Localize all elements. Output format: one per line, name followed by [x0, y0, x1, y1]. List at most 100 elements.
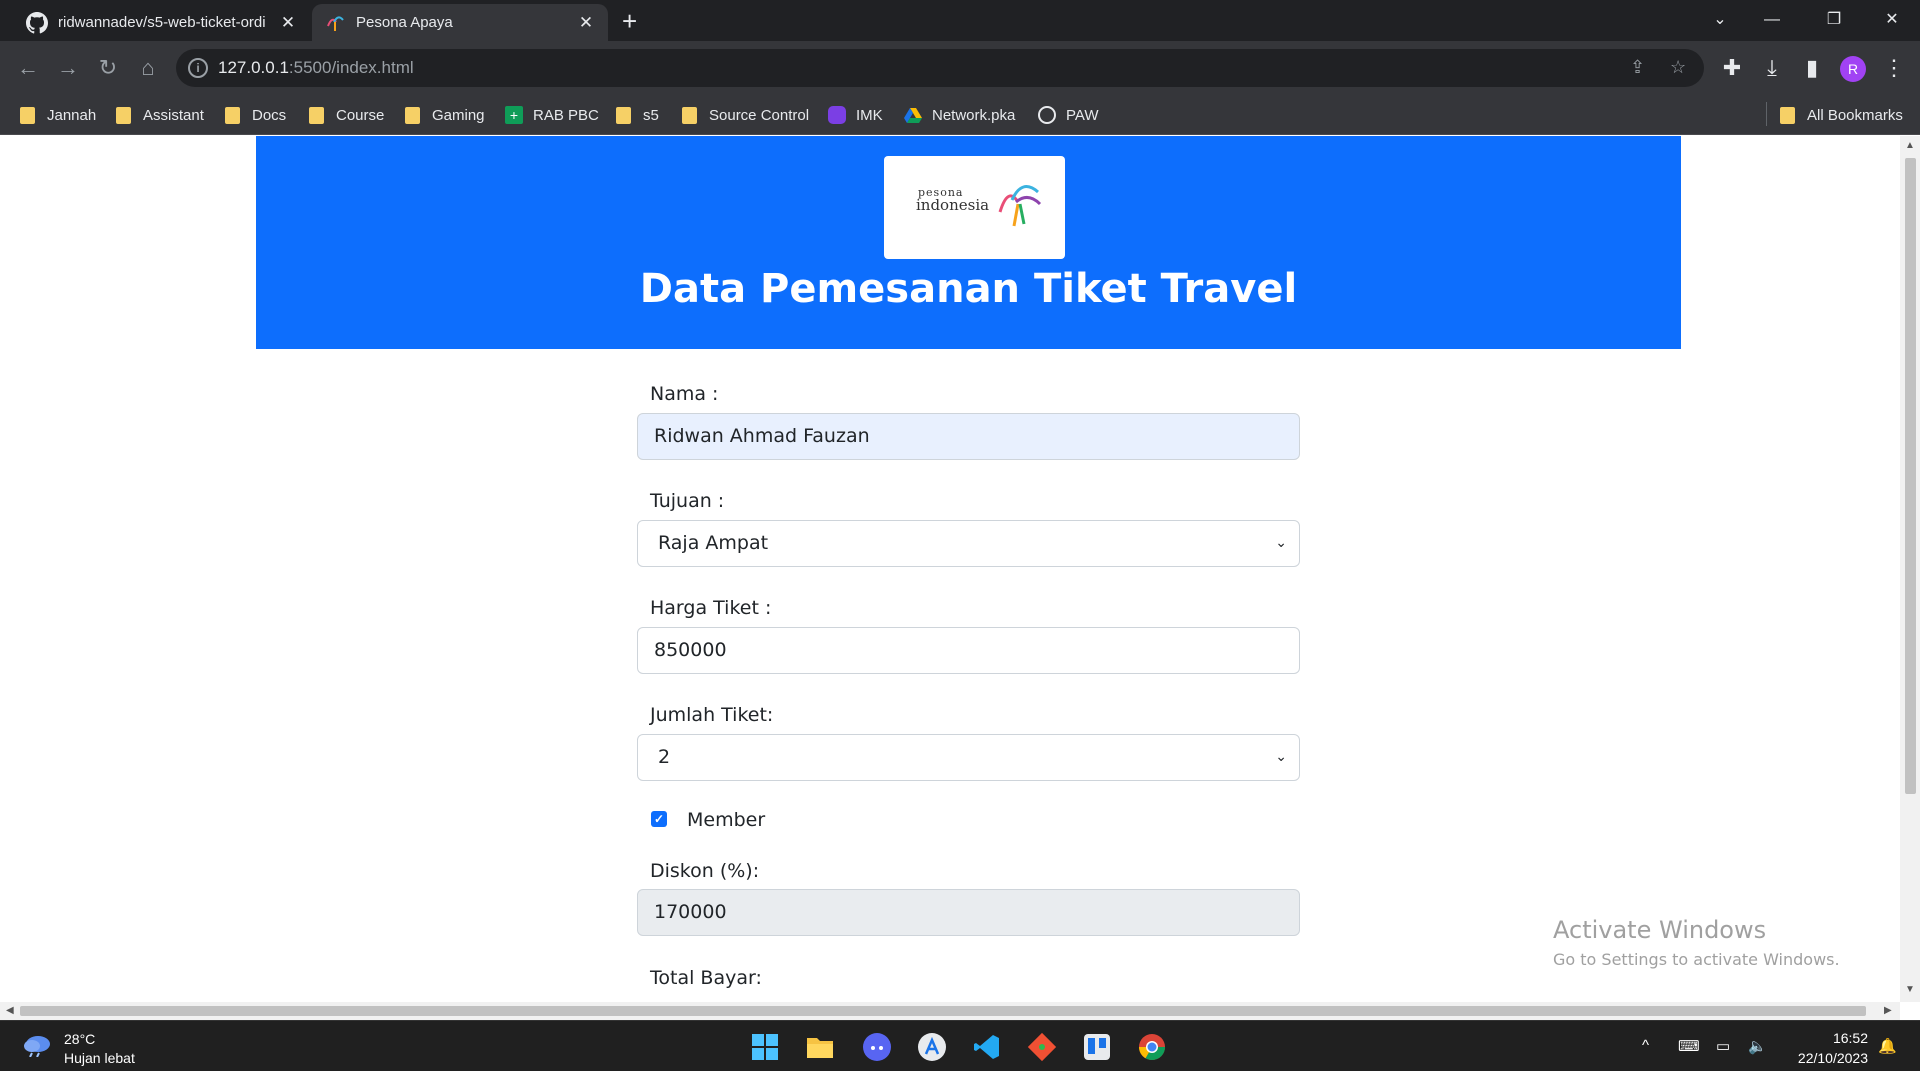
- volume-icon[interactable]: 🔈: [1748, 1037, 1767, 1055]
- sheets-icon: +: [505, 106, 523, 124]
- nama-label: Nama :: [650, 383, 719, 405]
- close-tab-icon[interactable]: ✕: [278, 13, 298, 33]
- folder-icon: [616, 106, 631, 124]
- drive-icon: [904, 108, 922, 123]
- back-icon[interactable]: ←: [14, 54, 42, 82]
- horizontal-scrollbar[interactable]: ◀ ▶: [0, 1002, 1900, 1020]
- bookmark-network[interactable]: Network.pka: [904, 104, 1015, 126]
- all-bookmarks[interactable]: All Bookmarks: [1780, 104, 1903, 126]
- address-bar[interactable]: i 127.0.0.1:5500/index.html ⇪ ☆: [176, 49, 1704, 87]
- chevron-down-icon: ⌄: [1275, 749, 1287, 765]
- bookmark-gaming[interactable]: Gaming: [405, 104, 485, 126]
- tujuan-label: Tujuan :: [650, 490, 725, 512]
- forward-icon[interactable]: →: [54, 54, 82, 82]
- member-label[interactable]: Member: [687, 809, 765, 831]
- discord-icon[interactable]: [862, 1032, 892, 1062]
- extensions-icon[interactable]: ✚: [1718, 54, 1746, 82]
- bookmark-docs[interactable]: Docs: [225, 104, 286, 126]
- page-viewport: pesona indonesia Data Pemesanan Tiket Tr…: [0, 136, 1900, 1002]
- bookmark-star-icon[interactable]: ☆: [1670, 57, 1686, 78]
- tujuan-selected-value: Raja Ampat: [658, 532, 769, 554]
- keyboard-icon[interactable]: ⌨: [1678, 1037, 1700, 1055]
- folder-icon: [1780, 106, 1795, 124]
- app-store-icon[interactable]: [917, 1032, 947, 1062]
- minimize-button[interactable]: —: [1746, 4, 1798, 36]
- scroll-left-icon[interactable]: ◀: [6, 1005, 14, 1016]
- close-tab-icon[interactable]: ✕: [576, 13, 596, 33]
- clock-date[interactable]: 22/10/2023: [1786, 1050, 1868, 1066]
- git-client-icon[interactable]: [1027, 1032, 1057, 1062]
- tab-title: ridwannadev/s5-web-ticket-ordi: [58, 14, 266, 31]
- scroll-down-icon[interactable]: ▼: [1905, 984, 1915, 995]
- bookmarks-separator: [1766, 102, 1767, 126]
- pesona-icon: [327, 15, 344, 31]
- bookmark-jannah[interactable]: Jannah: [20, 104, 96, 126]
- close-window-button[interactable]: ✕: [1866, 4, 1918, 36]
- activate-windows-watermark: Activate Windows Go to Settings to activ…: [1553, 916, 1840, 969]
- folder-icon: [309, 106, 324, 124]
- weather-temperature[interactable]: 28°C: [64, 1031, 95, 1047]
- network-icon[interactable]: ▭: [1716, 1037, 1730, 1055]
- clock-time[interactable]: 16:52: [1830, 1030, 1868, 1046]
- member-checkbox[interactable]: ✓: [651, 811, 667, 827]
- menu-icon[interactable]: ⋮: [1880, 54, 1908, 82]
- url-text[interactable]: 127.0.0.1:5500/index.html: [218, 58, 414, 78]
- jumlah-selected-value: 2: [658, 746, 671, 768]
- new-tab-button[interactable]: +: [622, 8, 637, 34]
- jumlah-label: Jumlah Tiket:: [650, 704, 774, 726]
- bookmarks-bar: Jannah Assistant Docs Course Gaming + RAB…: [0, 95, 1920, 135]
- tray-expand-icon[interactable]: ^: [1642, 1037, 1649, 1054]
- vscode-icon[interactable]: [972, 1032, 1002, 1062]
- bookmark-imk[interactable]: IMK: [828, 104, 883, 126]
- tab-strip: ridwannadev/s5-web-ticket-ordi ✕ Pesona …: [0, 0, 1920, 41]
- app-icon: [828, 106, 846, 124]
- rain-cloud-icon[interactable]: [22, 1033, 54, 1057]
- vertical-scroll-thumb[interactable]: [1905, 158, 1916, 794]
- folder-icon: [405, 106, 420, 124]
- horizontal-scroll-thumb[interactable]: [20, 1006, 1866, 1016]
- bookmark-assistant[interactable]: Assistant: [116, 104, 204, 126]
- folder-icon: [116, 106, 131, 124]
- tab-search-icon[interactable]: ⌄: [1694, 4, 1746, 36]
- vertical-scrollbar[interactable]: ▲ ▼: [1900, 136, 1920, 1002]
- chevron-down-icon: ⌄: [1275, 535, 1287, 551]
- chrome-icon[interactable]: [1137, 1032, 1167, 1062]
- notification-bell-icon[interactable]: 🔔: [1878, 1037, 1897, 1055]
- weather-description[interactable]: Hujan lebat: [64, 1050, 135, 1066]
- tab-pesona[interactable]: Pesona Apaya ✕: [312, 4, 608, 41]
- page-title: Data Pemesanan Tiket Travel: [639, 266, 1298, 312]
- bookmark-paw[interactable]: PAW: [1038, 104, 1099, 126]
- browser-toolbar: ← → ↻ ⌂ i 127.0.0.1:5500/index.html ⇪ ☆ …: [0, 41, 1920, 95]
- share-icon[interactable]: ⇪: [1630, 57, 1645, 78]
- harga-input[interactable]: 850000: [637, 627, 1300, 674]
- home-icon[interactable]: ⌂: [134, 54, 162, 82]
- windows-start-icon[interactable]: [750, 1032, 780, 1062]
- restore-button[interactable]: ❐: [1808, 4, 1860, 36]
- bookmark-source-control[interactable]: Source Control: [682, 104, 809, 126]
- tab-title: Pesona Apaya: [356, 14, 453, 31]
- jumlah-select[interactable]: 2 ⌄: [637, 734, 1300, 781]
- side-panel-icon[interactable]: ▮: [1798, 54, 1826, 82]
- file-explorer-icon[interactable]: [805, 1032, 835, 1062]
- windows-taskbar: 28°C Hujan lebat ^ ⌨ ▭ 🔈 16:52 22/10/202…: [0, 1020, 1920, 1071]
- logo-text-main: indonesia: [916, 196, 990, 214]
- tujuan-select[interactable]: Raja Ampat ⌄: [637, 520, 1300, 567]
- bookmark-course[interactable]: Course: [309, 104, 384, 126]
- bookmark-s5[interactable]: s5: [616, 104, 659, 126]
- bookmark-rab-pbc[interactable]: + RAB PBC: [505, 104, 599, 126]
- download-icon[interactable]: ⤓: [1758, 54, 1786, 82]
- scroll-right-icon[interactable]: ▶: [1884, 1005, 1892, 1016]
- scroll-up-icon[interactable]: ▲: [1905, 140, 1915, 151]
- folder-icon: [20, 106, 35, 124]
- github-icon: [26, 11, 48, 33]
- pesona-bird-icon: [998, 185, 1042, 227]
- nama-input[interactable]: Ridwan Ahmad Fauzan: [637, 413, 1300, 460]
- tab-github[interactable]: ridwannadev/s5-web-ticket-ordi ✕: [14, 4, 310, 41]
- folder-icon: [682, 106, 697, 124]
- profile-avatar[interactable]: R: [1840, 56, 1866, 82]
- globe-icon: [1038, 106, 1056, 124]
- trello-icon[interactable]: [1082, 1032, 1112, 1062]
- watermark-title: Activate Windows: [1553, 916, 1767, 944]
- reload-icon[interactable]: ↻: [94, 54, 122, 82]
- site-info-icon[interactable]: i: [188, 58, 208, 78]
